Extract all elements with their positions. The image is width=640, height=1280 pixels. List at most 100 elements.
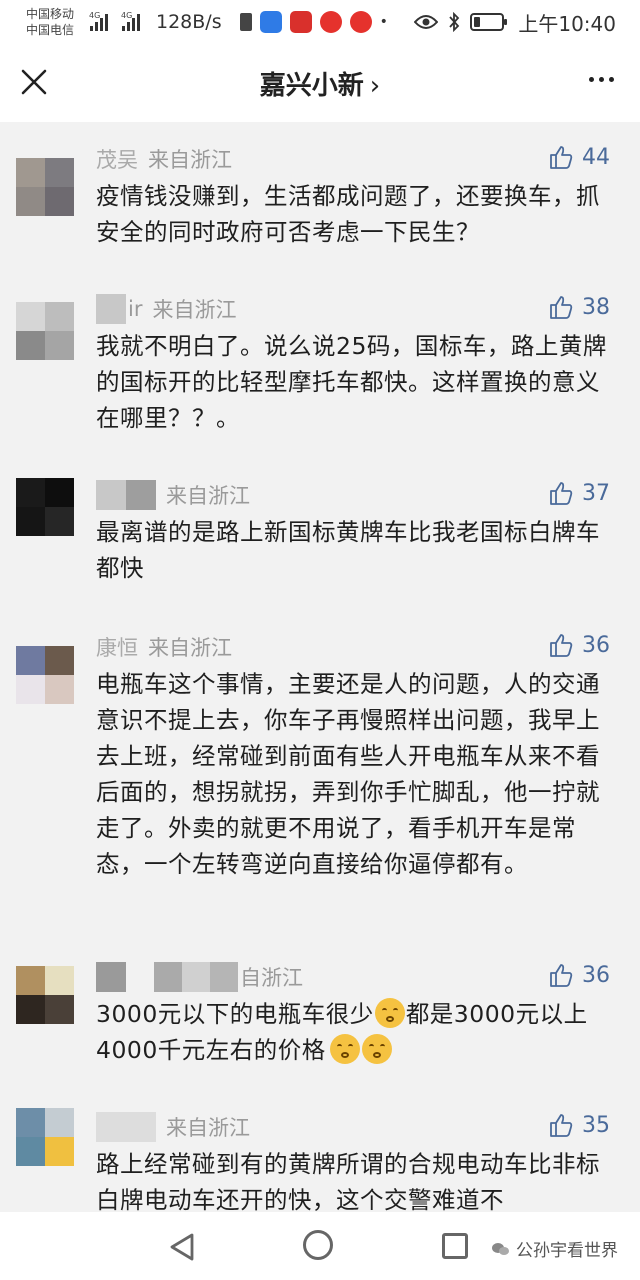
avatar-tile (16, 478, 45, 507)
comment-list[interactable]: 茂吴 来自浙江 44 疫情钱没赚到，生活都成问题了，还要换车，抓安全的同时政府可… (0, 122, 640, 1212)
like-count: 36 (582, 962, 610, 988)
battery-icon (470, 13, 508, 31)
thumbs-up-icon (550, 146, 573, 169)
avatar-tile (16, 646, 45, 675)
name-mosaic (96, 962, 126, 992)
more-icon (589, 77, 594, 82)
watermark: 公孙宇看世界 (492, 1236, 618, 1261)
thumbs-up-icon (550, 964, 573, 987)
avatar-tile (16, 158, 45, 187)
avatar-tile (16, 1108, 45, 1137)
close-button[interactable] (18, 66, 50, 98)
notification-icons: • (239, 11, 388, 33)
recent-apps-button[interactable] (442, 1233, 468, 1259)
avatar-tile (16, 675, 45, 704)
chevron-right-icon: › (369, 70, 381, 101)
avatar-tile (16, 302, 45, 331)
avatar[interactable] (16, 478, 74, 536)
back-icon (170, 1233, 194, 1261)
crying-emoji-icon (374, 998, 405, 1028)
avatar[interactable] (16, 302, 74, 360)
like-button[interactable]: 38 (548, 292, 610, 322)
page-title-text: 嘉兴小新 (259, 70, 364, 101)
kissing-emoji-icon (361, 1034, 392, 1064)
avatar-tile (16, 995, 45, 1024)
eye-icon (414, 15, 439, 29)
status-bar: 中国移动 中国电信 4G 4G 128B/s • 上午10:40 (0, 0, 640, 44)
more-button[interactable] (589, 77, 614, 82)
avatar-tile (16, 507, 45, 536)
user-name[interactable]: 茂吴 (96, 144, 138, 174)
like-count: 36 (582, 632, 610, 658)
thumbs-up-icon (550, 1114, 573, 1137)
weibo-icon-2 (349, 11, 372, 33)
avatar-tile (16, 966, 45, 995)
navigation-bar: 公孙宇看世界 (0, 1212, 640, 1280)
network-type-2: 4G (121, 11, 133, 20)
avatar-tile (45, 331, 74, 360)
comment-meta: 康恒 来自浙江 (96, 632, 232, 662)
comment-meta: 来自浙江 (96, 1112, 250, 1142)
comment-text: 3000元以下的电瓶车很少 都是3000元以上4000千元左右的价格 (96, 996, 616, 1068)
signal-icon: 4G (89, 11, 108, 31)
thumbs-up-icon (550, 296, 573, 319)
back-button[interactable] (168, 1232, 196, 1266)
name-mosaic (96, 294, 126, 324)
thumbs-up-icon (550, 482, 573, 505)
avatar[interactable] (16, 1108, 74, 1166)
avatar[interactable] (16, 646, 74, 704)
wechat-icon (492, 1241, 510, 1257)
avatar-tile (45, 995, 74, 1024)
avatar-tile (16, 187, 45, 216)
name-mosaic (182, 962, 210, 992)
bluetooth-icon (449, 12, 460, 32)
name-mosaic (154, 962, 182, 992)
like-button[interactable]: 36 (548, 630, 610, 660)
home-button[interactable] (303, 1230, 333, 1260)
weibo-icon (319, 11, 342, 33)
avatar-tile (16, 1137, 45, 1166)
thumbs-up-icon (550, 634, 573, 657)
carrier-2: 中国电信 (26, 23, 75, 37)
comment-text: 路上经常碰到有的黄牌所谓的合规电动车比非标白牌电动车还开的快，这个交警难道不 (96, 1150, 600, 1212)
location-label: 来自浙江 (148, 636, 232, 660)
comment-meta: 自浙江 (96, 962, 303, 992)
avatar[interactable] (16, 158, 74, 216)
comment-text: 电瓶车这个事情，主要还是人的问题，人的交通意识不提上去，你车子再慢照样出问题，我… (96, 670, 600, 878)
page-title[interactable]: 嘉兴小新 › (260, 65, 380, 102)
comment-meta: 来自浙江 (96, 480, 250, 510)
name-mosaic (210, 962, 238, 992)
location-label: 来自浙江 (166, 484, 250, 508)
kissing-emoji-icon (329, 1034, 360, 1064)
like-button[interactable]: 37 (548, 478, 610, 508)
location-label: 来自浙江 (152, 298, 237, 322)
user-name[interactable]: 康恒 (96, 632, 138, 662)
like-count: 38 (582, 294, 610, 320)
comment-meta: ir 来自浙江 (96, 294, 236, 324)
like-count: 35 (582, 1112, 610, 1138)
signal-icon-2: 4G (121, 11, 140, 31)
avatar-tile (16, 331, 45, 360)
location-label: 来自浙江 (148, 148, 232, 172)
avatar-tile (45, 1108, 74, 1137)
title-bar: 嘉兴小新 › (0, 44, 640, 122)
like-count: 44 (582, 144, 610, 170)
name-mosaic (96, 480, 126, 510)
avatar-tile (45, 302, 74, 331)
avatar[interactable] (16, 966, 74, 1024)
app-notification-icon (259, 11, 282, 33)
avatar-tile (45, 478, 74, 507)
like-button[interactable]: 44 (548, 142, 610, 172)
avatar-tile (45, 1137, 74, 1166)
system-icons: 上午10:40 (414, 8, 616, 37)
clock: 上午10:40 (518, 11, 616, 36)
carrier-info: 中国移动 中国电信 (26, 6, 84, 38)
avatar-tile (45, 507, 74, 536)
network-speed: 128B/s (156, 11, 222, 33)
avatar-tile (45, 646, 74, 675)
user-name[interactable]: ir (128, 297, 142, 321)
like-button[interactable]: 36 (548, 960, 610, 990)
carrier-1: 中国移动 (26, 7, 75, 21)
app-notification-icon-2 (289, 11, 312, 33)
like-button[interactable]: 35 (548, 1110, 610, 1140)
